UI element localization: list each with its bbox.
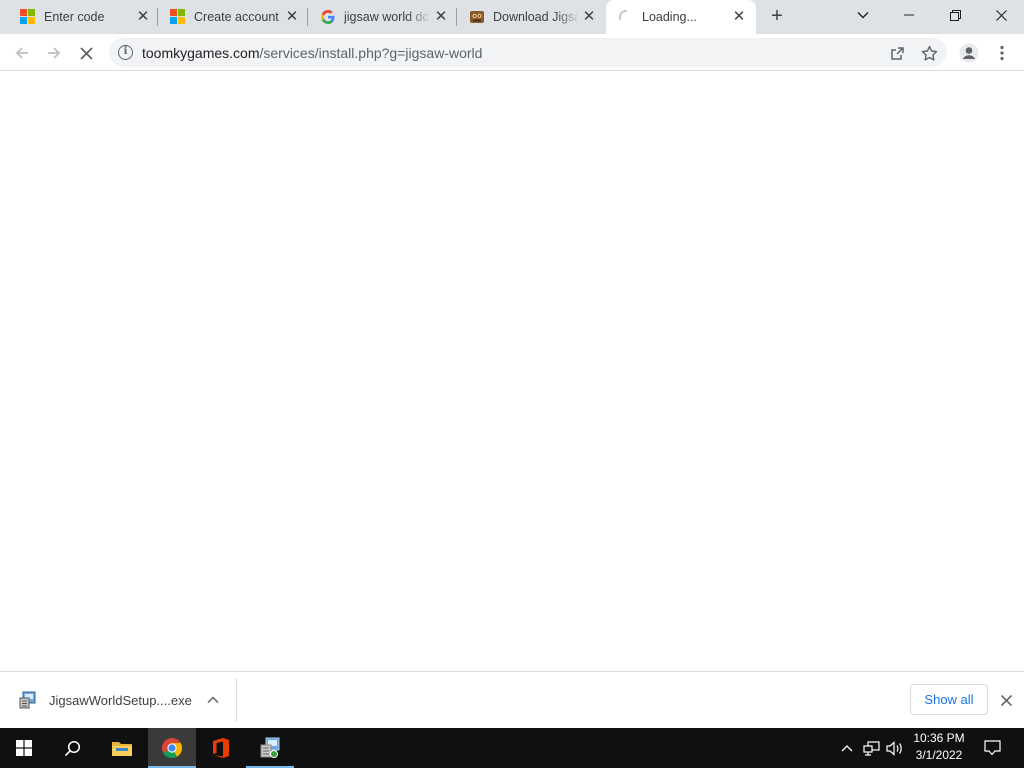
installer-file-icon (19, 691, 37, 709)
share-button[interactable] (888, 44, 906, 62)
show-all-downloads-button[interactable]: Show all (910, 684, 988, 715)
chrome-logo-icon (162, 738, 183, 759)
forward-button[interactable] (41, 40, 67, 66)
volume-icon (885, 740, 902, 756)
show-hidden-icons-button[interactable] (838, 728, 856, 768)
tab-create-account[interactable]: Create account ✕ (158, 0, 308, 34)
close-icon (79, 46, 93, 60)
close-icon (1000, 694, 1012, 706)
loading-spinner-icon (618, 9, 634, 25)
file-explorer-button[interactable] (98, 728, 146, 768)
minimize-button[interactable] (886, 0, 932, 30)
tab-download-jigsaw[interactable]: Download Jigsa ✕ (457, 0, 606, 34)
microsoft-logo-icon (170, 9, 186, 25)
network-button[interactable] (861, 728, 881, 768)
restore-button[interactable] (932, 0, 978, 30)
tab-title-fade (406, 8, 432, 26)
url-path: /services/install.php?g=jigsaw-world (259, 45, 483, 61)
clock-time: 10:36 PM (913, 731, 965, 745)
close-tab-icon[interactable]: ✕ (135, 9, 151, 25)
office-taskbar-button[interactable] (197, 728, 245, 768)
close-window-button[interactable] (978, 0, 1024, 30)
chevron-up-icon (207, 696, 219, 704)
folder-icon (112, 742, 132, 756)
new-tab-button[interactable]: + (766, 6, 788, 28)
site-info-icon[interactable]: i (118, 45, 133, 60)
chrome-taskbar-button[interactable] (148, 728, 196, 768)
back-button[interactable] (9, 40, 35, 66)
installer-taskbar-button[interactable] (246, 728, 294, 768)
close-download-shelf-button[interactable] (997, 691, 1015, 709)
browser-menu-button[interactable] (989, 40, 1015, 66)
clock-date: 3/1/2022 (915, 748, 963, 762)
volume-button[interactable] (884, 728, 904, 768)
more-vert-icon (1000, 45, 1004, 61)
taskbar-clock[interactable]: 10:36 PM 3/1/2022 (906, 730, 972, 766)
download-item-divider (236, 678, 237, 722)
share-icon (890, 46, 904, 60)
close-icon (995, 9, 1007, 21)
restore-icon (949, 9, 961, 21)
download-item[interactable]: JigsawWorldSetup....exe (0, 672, 237, 728)
tab-search-button[interactable] (840, 0, 886, 30)
chevron-up-icon (841, 745, 853, 752)
close-tab-icon[interactable]: ✕ (581, 9, 597, 25)
tab-jigsaw-world-search[interactable]: jigsaw world do ✕ (308, 0, 457, 34)
tab-strip: Enter code ✕ Create account ✕ jigsaw wor… (0, 0, 1024, 34)
minimize-icon (904, 14, 914, 16)
windows-logo-icon (16, 740, 32, 756)
search-button[interactable] (48, 728, 96, 768)
google-logo-icon (320, 9, 336, 25)
tab-title: Loading... (642, 10, 697, 24)
download-options-button[interactable] (204, 691, 222, 709)
jigsaw-world-logo-icon (469, 9, 485, 25)
office-logo-icon (213, 738, 229, 758)
profile-button[interactable] (956, 40, 982, 66)
download-file-name: JigsawWorldSetup....exe (49, 693, 192, 708)
profile-avatar-icon (959, 43, 979, 63)
stop-loading-button[interactable] (73, 40, 99, 66)
page-content (0, 71, 1024, 671)
tab-enter-code[interactable]: Enter code ✕ (8, 0, 158, 34)
search-icon (64, 740, 80, 756)
browser-toolbar: i toomkygames.com/services/install.php?g… (0, 34, 1024, 71)
installer-icon (260, 737, 280, 758)
arrow-right-icon (48, 47, 61, 59)
url-host: toomkygames.com (142, 45, 260, 61)
start-button[interactable] (0, 728, 48, 768)
close-tab-icon[interactable]: ✕ (433, 9, 449, 25)
close-tab-icon[interactable]: ✕ (284, 9, 300, 25)
windows-taskbar: 10:36 PM 3/1/2022 (0, 728, 1024, 768)
tab-title-fade (555, 8, 581, 26)
tab-title: Enter code (44, 10, 105, 24)
chevron-down-icon (857, 12, 869, 19)
bookmark-button[interactable] (920, 44, 938, 62)
notification-icon (983, 740, 1001, 756)
microsoft-logo-icon (20, 9, 36, 25)
address-url[interactable]: toomkygames.com/services/install.php?g=j… (142, 45, 482, 61)
download-shelf: JigsawWorldSetup....exe Show all (0, 671, 1024, 728)
star-icon (921, 45, 937, 61)
tab-title: Create account (194, 10, 279, 24)
network-icon (862, 740, 880, 756)
close-tab-icon[interactable]: ✕ (731, 9, 747, 25)
tab-loading[interactable]: Loading... ✕ (606, 0, 756, 34)
address-bar[interactable]: i toomkygames.com/services/install.php?g… (109, 38, 947, 67)
action-center-button[interactable] (978, 728, 1006, 768)
arrow-left-icon (15, 47, 28, 59)
